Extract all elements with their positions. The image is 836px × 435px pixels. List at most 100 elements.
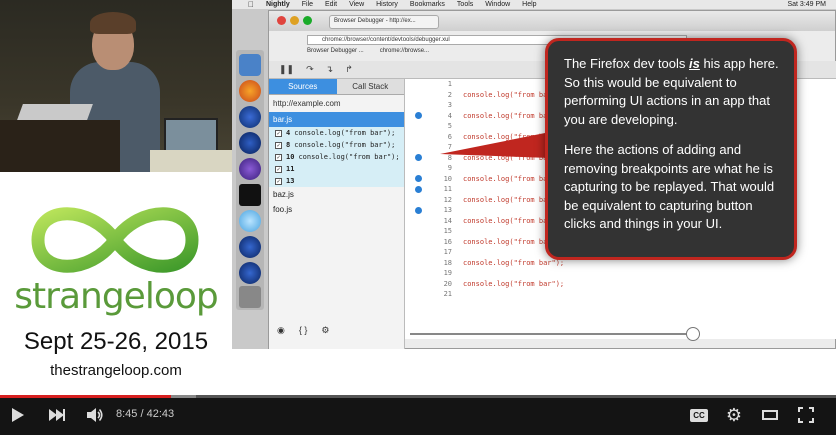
scroll-knob[interactable] — [686, 327, 700, 341]
time-display: 8:45 / 42:43 — [116, 408, 175, 420]
captions-button[interactable]: CC — [688, 403, 710, 427]
line-number: 16 — [443, 237, 452, 246]
podium — [0, 120, 120, 172]
browser-tab[interactable]: Browser Debugger - http://ex... — [329, 15, 439, 29]
breakpoint-marker-icon[interactable] — [415, 185, 422, 193]
menu-help[interactable]: Help — [522, 1, 536, 8]
line-number: 2 — [447, 90, 452, 99]
sidebar-footer: ◉ { } ⚙ — [277, 325, 329, 336]
line-number: 11 — [443, 185, 452, 194]
terminal-icon[interactable] — [239, 184, 261, 206]
bookmark-item[interactable]: Browser Debugger ... — [307, 48, 364, 54]
nightly-alt-icon[interactable] — [239, 132, 261, 154]
fullscreen-button[interactable] — [794, 403, 818, 427]
callout-paragraph-1: The Firefox dev tools is his app here. S… — [564, 56, 779, 127]
stage-flowers — [150, 150, 232, 172]
captions-icon: CC — [690, 408, 708, 422]
theater-mode-button[interactable] — [758, 403, 782, 427]
breakpoint-item[interactable]: ✓ 10 console.log("from bar"); — [269, 151, 404, 163]
dock — [236, 50, 264, 310]
callout-paragraph-2: Here the actions of adding and removing … — [564, 142, 775, 231]
menu-window[interactable]: Window — [485, 1, 510, 8]
checkbox-icon[interactable]: ✓ — [275, 153, 282, 161]
code-line[interactable]: 21 — [405, 289, 836, 300]
horizontal-scroll-track[interactable] — [410, 333, 700, 335]
line-number: 15 — [443, 227, 452, 236]
globe-icon[interactable] — [239, 236, 261, 258]
code-line[interactable]: 19 — [405, 268, 836, 279]
source-host: http://example.com — [273, 99, 341, 108]
close-window-icon[interactable] — [277, 16, 286, 25]
window-titlebar: Browser Debugger - http://ex... — [269, 11, 835, 31]
breakpoint-item[interactable]: ✓ 4 console.log("from bar"); — [269, 127, 404, 139]
zoom-window-icon[interactable] — [303, 16, 312, 25]
speaker-video — [0, 0, 232, 172]
callout-pointer — [440, 132, 550, 158]
line-number: 17 — [443, 248, 452, 257]
video-player-controls: 8:45 / 42:43 CC ⚙ — [0, 395, 836, 435]
next-icon — [49, 409, 65, 421]
menubar-clock: Sat 3:49 PM — [787, 1, 826, 8]
finder-icon[interactable] — [239, 54, 261, 76]
step-over-icon[interactable]: ↷ — [306, 64, 314, 75]
video-frame[interactable]: strangeloop Sept 25-26, 2015 thestrangel… — [0, 0, 836, 395]
breakpoint-item[interactable]: ✓ 13 — [269, 175, 404, 187]
checkbox-icon[interactable]: ✓ — [275, 165, 282, 173]
firefox-icon[interactable] — [239, 80, 261, 102]
gear-icon[interactable]: ⚙ — [321, 325, 329, 336]
checkbox-icon[interactable]: ✓ — [275, 129, 282, 137]
menu-tools[interactable]: Tools — [457, 1, 473, 8]
os-menubar:  Nightly File Edit View History Bookmar… — [232, 0, 836, 9]
tab-call-stack[interactable]: Call Stack — [336, 79, 404, 95]
step-in-icon[interactable]: ↴ — [326, 64, 334, 75]
apple-icon:  — [248, 0, 254, 9]
fullscreen-icon — [798, 407, 814, 423]
menu-file[interactable]: File — [302, 1, 313, 8]
stage-monitor — [164, 118, 218, 154]
file-bar-js[interactable]: bar.js — [269, 112, 404, 127]
menu-edit[interactable]: Edit — [325, 1, 337, 8]
file-foo-js[interactable]: foo.js — [269, 202, 404, 217]
volume-button[interactable] — [84, 403, 106, 427]
play-icon — [12, 408, 24, 422]
code-line[interactable]: 20 console.log("from bar"); — [405, 279, 836, 290]
checkbox-icon[interactable]: ✓ — [275, 141, 282, 149]
menu-bookmarks[interactable]: Bookmarks — [410, 1, 445, 8]
breakpoint-marker-icon[interactable] — [415, 206, 422, 214]
messages-icon[interactable] — [239, 210, 261, 232]
brand-name: strangeloop — [14, 276, 218, 317]
line-number: 21 — [443, 290, 452, 299]
file-baz-js[interactable]: baz.js — [269, 187, 404, 202]
pause-icon[interactable]: ❚❚ — [279, 64, 294, 75]
menu-view[interactable]: View — [349, 1, 364, 8]
checkbox-icon[interactable]: ✓ — [275, 177, 282, 185]
minimize-window-icon[interactable] — [290, 16, 299, 25]
settings-button[interactable]: ⚙ — [722, 403, 746, 427]
sources-sidebar: Sources Call Stack http://example.com ba… — [269, 79, 405, 349]
menu-history[interactable]: History — [376, 1, 398, 8]
play-button[interactable] — [8, 403, 28, 427]
line-number: 1 — [447, 80, 452, 89]
progress-played — [0, 395, 172, 398]
step-out-icon[interactable]: ↱ — [345, 64, 353, 75]
braces-icon[interactable]: { } — [299, 325, 308, 336]
chrome-icon[interactable] — [239, 158, 261, 180]
conference-dates: Sept 25-26, 2015 — [23, 328, 209, 355]
line-number: 19 — [443, 269, 452, 278]
next-button[interactable] — [46, 403, 68, 427]
tab-sources[interactable]: Sources — [269, 79, 337, 95]
breakpoint-item[interactable]: ✓ 8 console.log("from bar"); — [269, 139, 404, 151]
line-number: 18 — [443, 258, 452, 267]
eye-icon[interactable]: ◉ — [277, 325, 285, 336]
trash-icon[interactable] — [239, 286, 261, 308]
bookmark-item[interactable]: chrome://browse... — [380, 48, 429, 54]
globe-alt-icon[interactable] — [239, 262, 261, 284]
nightly-icon[interactable] — [239, 106, 261, 128]
theater-mode-icon — [762, 410, 778, 420]
annotation-callout: The Firefox dev tools is his app here. S… — [545, 38, 797, 260]
line-number: 14 — [443, 216, 452, 225]
infinity-loop-logo — [31, 207, 199, 273]
line-number: 20 — [443, 279, 452, 288]
menubar-app-name: Nightly — [260, 1, 290, 8]
breakpoint-item[interactable]: ✓ 11 — [269, 163, 404, 175]
